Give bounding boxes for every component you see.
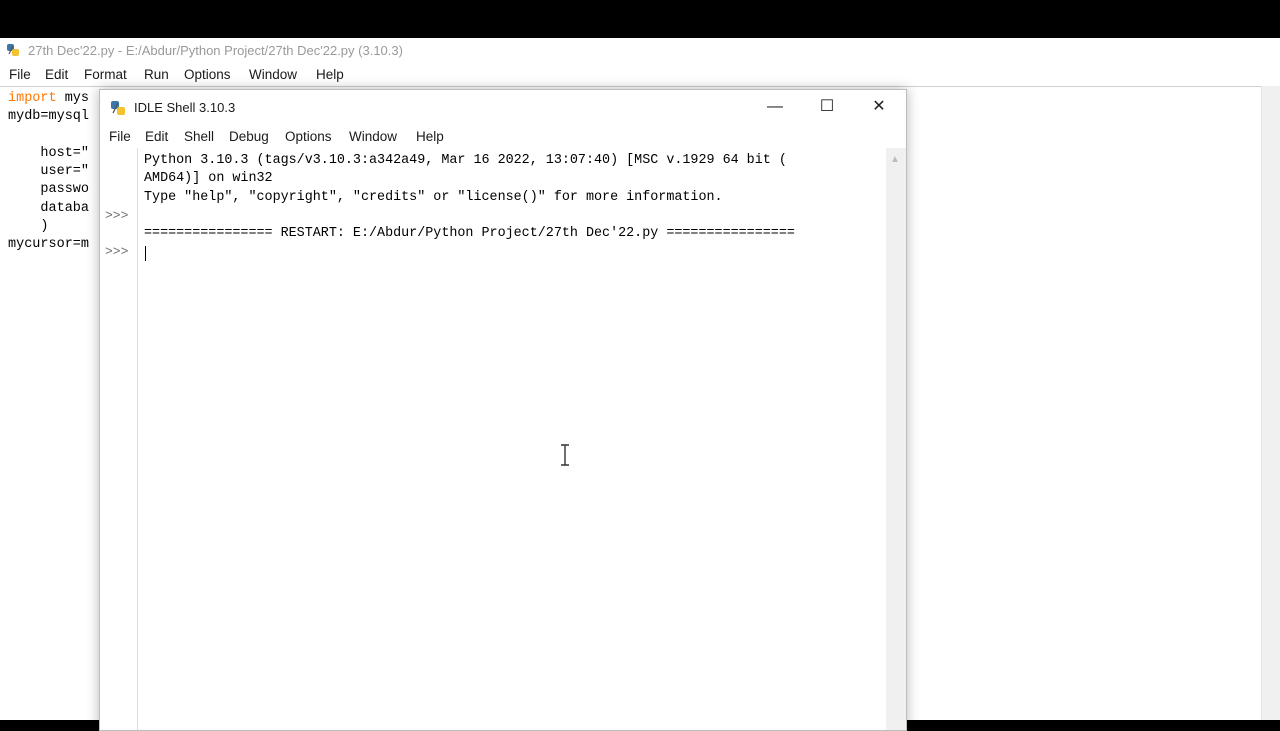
code-line: passwo (8, 181, 89, 199)
editor-menu-edit[interactable]: Edit (45, 67, 68, 82)
code-text: host=" (8, 145, 90, 161)
close-button[interactable]: ✕ (853, 90, 905, 124)
shell-prompt: >>> (105, 208, 129, 223)
shell-menu-options[interactable]: Options (285, 129, 332, 144)
shell-scrollbar[interactable]: ▲ (886, 148, 906, 730)
shell-title-bar[interactable]: IDLE Shell 3.10.3 — ☐ ✕ (100, 90, 906, 124)
python-icon (7, 44, 19, 56)
code-text: databa (8, 200, 90, 216)
python-icon (111, 101, 125, 115)
code-line: mycursor=m (8, 236, 89, 254)
code-line: user=" (8, 163, 89, 181)
editor-menu-run[interactable]: Run (144, 67, 169, 82)
editor-menu-bar: File Edit Format Run Options Window Help (0, 64, 1280, 87)
shell-title: IDLE Shell 3.10.3 (134, 100, 236, 115)
shell-menu-file[interactable]: File (109, 129, 131, 144)
prompt-gutter: >>> >>> (100, 148, 138, 730)
code-line: import mys (8, 90, 89, 108)
code-line: ) (8, 218, 89, 236)
editor-menu-file[interactable]: File (9, 67, 31, 82)
editor-scrollbar[interactable] (1261, 86, 1280, 720)
code-line (8, 127, 89, 145)
shell-menu-bar: File Edit Shell Debug Options Window Hel… (100, 124, 906, 148)
code-line: mydb=mysql (8, 108, 89, 126)
code-text: mydb=mysql (8, 109, 90, 125)
code-text: mys (56, 91, 90, 106)
scroll-up-arrow-icon[interactable]: ▲ (890, 154, 900, 165)
editor-menu-format[interactable]: Format (84, 67, 127, 82)
maximize-button[interactable]: ☐ (801, 90, 853, 124)
code-text: ) (8, 219, 49, 235)
shell-output-line: ================ RESTART: E:/Abdur/Pytho… (144, 226, 795, 242)
shell-menu-edit[interactable]: Edit (145, 129, 168, 144)
code-text: passwo (8, 182, 90, 198)
code-line: databa (8, 200, 89, 218)
shell-menu-shell[interactable]: Shell (184, 129, 214, 144)
shell-menu-help[interactable]: Help (416, 129, 444, 144)
editor-title: 27th Dec'22.py - E:/Abdur/Python Project… (28, 43, 403, 58)
editor-menu-help[interactable]: Help (316, 67, 344, 82)
shell-menu-debug[interactable]: Debug (229, 129, 269, 144)
code-text: user=" (8, 164, 90, 180)
editor-menu-window[interactable]: Window (249, 67, 297, 82)
keyword-token: import (8, 91, 57, 106)
shell-prompt: >>> (105, 244, 129, 259)
minimize-button[interactable]: — (749, 90, 801, 124)
shell-output-line: AMD64)] on win32 (144, 171, 273, 187)
editor-menu-options[interactable]: Options (184, 67, 231, 82)
shell-menu-window[interactable]: Window (349, 129, 397, 144)
shell-output-line (144, 207, 795, 225)
shell-output-line: Python 3.10.3 (tags/v3.10.3:a342a49, Mar… (144, 153, 787, 168)
text-cursor (145, 246, 146, 261)
shell-output-area[interactable]: Python 3.10.3 (tags/v3.10.3:a342a49, Mar… (144, 152, 795, 243)
editor-title-bar: 27th Dec'22.py - E:/Abdur/Python Project… (0, 38, 1280, 64)
ibeam-cursor-icon (561, 444, 569, 466)
editor-code-area[interactable]: import mys mydb=mysql host=" user=" passw… (8, 90, 89, 255)
code-line: host=" (8, 145, 89, 163)
idle-shell-window: IDLE Shell 3.10.3 — ☐ ✕ File Edit Shell … (99, 89, 907, 731)
code-text: mycursor=m (8, 237, 90, 253)
shell-output-line: Type "help", "copyright", "credits" or "… (144, 189, 723, 205)
